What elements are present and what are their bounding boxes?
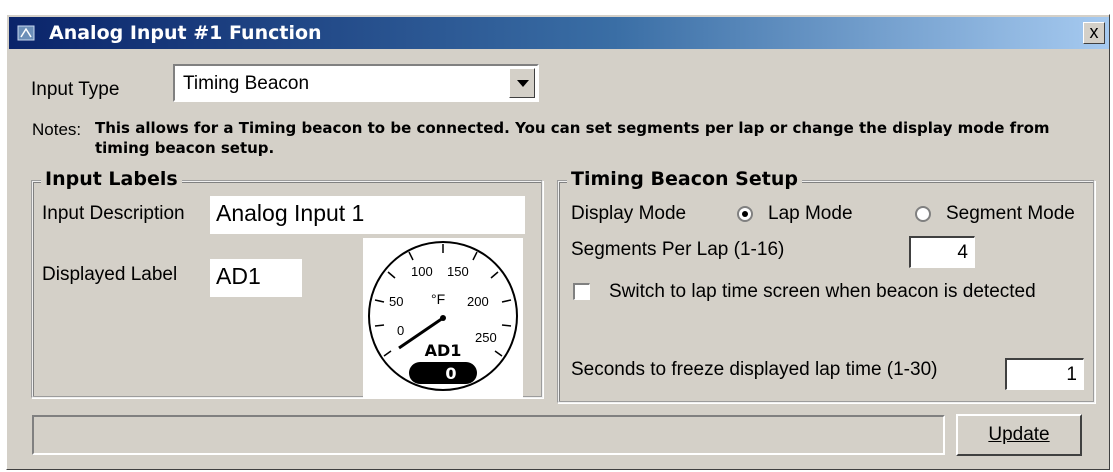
segments-per-lap-field[interactable]: 4 xyxy=(909,236,975,268)
input-description-value: Analog Input 1 xyxy=(216,200,365,226)
gauge-tick-0: 0 xyxy=(397,323,404,338)
switch-lap-screen-label[interactable]: Switch to lap time screen when beacon is… xyxy=(609,281,1036,303)
gauge-readout-box xyxy=(409,362,477,384)
display-mode-label: Display Mode xyxy=(571,203,687,224)
freeze-time-label: Seconds to freeze displayed lap time (1-… xyxy=(571,359,938,380)
switch-lap-screen-checkbox[interactable] xyxy=(573,283,590,300)
input-labels-title: Input Labels xyxy=(41,168,182,190)
chevron-down-icon[interactable] xyxy=(509,68,535,98)
update-button[interactable]: Update xyxy=(956,414,1082,456)
gauge-tick-150: 150 xyxy=(447,264,469,279)
gauge-name: AD1 xyxy=(425,341,462,360)
freeze-time-field[interactable]: 1 xyxy=(1005,358,1084,390)
lap-mode-label[interactable]: Lap Mode xyxy=(768,203,853,225)
gauge-window-icon xyxy=(17,25,35,41)
gauge-tick-250: 250 xyxy=(475,330,497,345)
lap-mode-radio[interactable] xyxy=(737,206,753,222)
notes-label: Notes: xyxy=(32,120,82,139)
displayed-label-value: AD1 xyxy=(216,263,261,289)
displayed-label-label: Displayed Label xyxy=(42,264,178,285)
title-bar[interactable]: Analog Input #1 Function x xyxy=(9,17,1109,49)
gauge-needle-hub xyxy=(440,315,446,321)
input-type-dropdown[interactable]: Timing Beacon xyxy=(173,64,539,102)
gauge-tick-100: 100 xyxy=(411,264,433,279)
segment-mode-label[interactable]: Segment Mode xyxy=(946,203,1075,225)
update-button-label: Update xyxy=(988,424,1050,445)
status-bar xyxy=(32,415,945,455)
input-description-field[interactable]: Analog Input 1 xyxy=(210,196,525,234)
gauge-tick-200: 200 xyxy=(467,294,489,309)
notes-text: This allows for a Timing beacon to be co… xyxy=(95,119,1050,157)
gauge-reading: 0 xyxy=(445,364,456,383)
gauge-tick-50: 50 xyxy=(389,294,403,309)
segment-mode-radio[interactable] xyxy=(915,206,931,222)
input-description-label: Input Description xyxy=(42,203,185,224)
input-type-value: Timing Beacon xyxy=(183,73,310,94)
displayed-label-field[interactable]: AD1 xyxy=(210,259,302,297)
gauge-unit: °F xyxy=(431,291,445,307)
timing-beacon-title: Timing Beacon Setup xyxy=(567,168,802,190)
freeze-time-value: 1 xyxy=(1066,364,1077,385)
segments-per-lap-label: Segments Per Lap (1-16) xyxy=(571,239,785,260)
input-type-label: Input Type xyxy=(31,79,120,100)
segments-per-lap-value: 4 xyxy=(957,242,968,263)
close-button[interactable]: x xyxy=(1083,22,1105,44)
window-title: Analog Input #1 Function xyxy=(49,22,322,44)
gauge-preview: 0 50 100 150 200 250 °F AD1 0 xyxy=(363,238,523,398)
